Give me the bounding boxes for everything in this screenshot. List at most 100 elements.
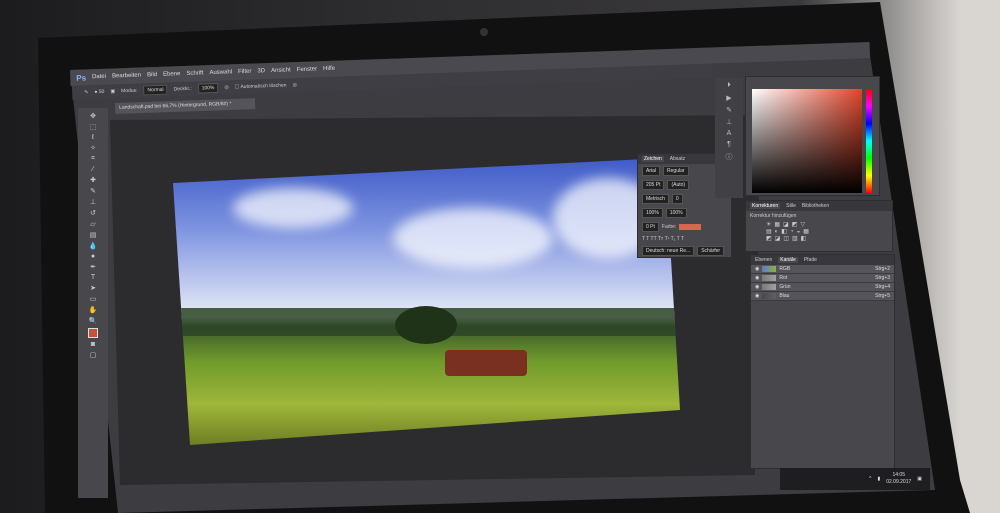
pen-tool-icon[interactable]: ✒ <box>90 263 96 271</box>
channel-shortcut: Strg+5 <box>875 293 890 299</box>
dodge-icon[interactable]: ● <box>91 253 95 260</box>
channel-thumbnail <box>762 266 777 272</box>
cloud <box>393 208 553 268</box>
tab-ebenen[interactable]: Ebenen <box>755 257 772 263</box>
channel-row[interactable]: ◉ Grün Strg+4 <box>751 283 894 292</box>
actions-icon[interactable]: ▶ <box>726 94 731 102</box>
brush-tool-icon[interactable]: ✎ <box>90 187 96 195</box>
leading-input[interactable]: (Auto) <box>667 180 690 190</box>
channel-row[interactable]: ◉ Blau Strg+5 <box>751 292 894 301</box>
tray-chevron-icon[interactable]: ^ <box>869 476 871 482</box>
stamp-tool-icon[interactable]: ⊥ <box>90 198 96 206</box>
quick-select-icon[interactable]: ✧ <box>90 144 96 152</box>
adjustment-icons[interactable]: ☀▦◪◩▽ ▤◐◧◔◒▦ ◩◪◫▥◧ <box>746 221 892 242</box>
channel-row[interactable]: ◉ Rot Strg+3 <box>751 274 894 283</box>
text-color-swatch[interactable] <box>679 224 702 230</box>
brush-size: 50 <box>98 88 105 96</box>
mode-select[interactable]: Normal <box>143 84 168 96</box>
eye-icon[interactable]: ◉ <box>755 293 759 299</box>
gradient-icon[interactable]: ▤ <box>90 231 97 239</box>
menu-hilfe[interactable]: Hilfe <box>323 66 335 72</box>
vertical-scale-input[interactable]: 100% <box>642 208 663 218</box>
type-style-buttons[interactable]: T T TT Tт T¹ T₁ T T <box>638 234 731 244</box>
menu-ansicht[interactable]: Ansicht <box>271 67 291 74</box>
channel-shortcut: Strg+2 <box>875 266 890 272</box>
pressure-size-icon[interactable]: ◎ <box>292 82 297 88</box>
marquee-tool-icon[interactable]: ⬚ <box>90 123 97 131</box>
menu-datei[interactable]: Datei <box>92 74 106 80</box>
menu-schrift[interactable]: Schrift <box>186 70 203 77</box>
type-tool-icon[interactable]: T <box>91 274 95 281</box>
menu-filter[interactable]: Filter <box>238 69 252 75</box>
language-select[interactable]: Deutsch: neue Re... <box>642 246 695 256</box>
brush-settings-icon[interactable]: ✎ <box>726 106 732 114</box>
character-icon[interactable]: A <box>727 130 732 137</box>
notifications-icon[interactable]: ▣ <box>917 476 922 482</box>
baseline-shift-input[interactable]: 0 Pt <box>642 222 659 232</box>
time: 14:05 <box>892 472 905 478</box>
font-style-select[interactable]: Regular <box>663 166 689 176</box>
menu-3d[interactable]: 3D <box>257 68 265 74</box>
layers-panel: Ebenen Kanäle Pfade ◉ RGB Strg+2 ◉ Rot Strg+3 … <box>750 254 895 469</box>
photoshop-logo: Ps <box>76 72 87 83</box>
clock[interactable]: 14:05 02.09.2017 <box>886 472 911 486</box>
auto-erase-checkbox[interactable]: ☐ Automatisch löschen <box>235 83 287 91</box>
cloud <box>233 188 353 228</box>
history-icon[interactable]: ⏵ <box>727 82 731 90</box>
pressure-icon[interactable]: ◎ <box>224 85 229 91</box>
opacity-input[interactable]: 100% <box>197 82 219 94</box>
tab-kanaele[interactable]: Kanäle <box>778 257 798 263</box>
path-select-icon[interactable]: ➤ <box>90 284 96 292</box>
healing-icon[interactable]: ✚ <box>90 176 96 184</box>
tab-zeichen[interactable]: Zeichen <box>642 156 664 162</box>
font-size-input[interactable]: 205 Pt <box>642 180 665 190</box>
paragraph-icon[interactable]: ¶ <box>727 141 731 148</box>
tab-korrekturen[interactable]: Korrekturen <box>750 203 781 209</box>
info-icon[interactable]: ⓘ <box>726 152 733 162</box>
eyedropper-icon[interactable]: ⁄ <box>92 166 93 173</box>
eye-icon[interactable]: ◉ <box>755 284 759 290</box>
crop-tool-icon[interactable]: ⌗ <box>91 155 95 163</box>
brush-preset-picker[interactable]: ● 50 <box>94 89 104 95</box>
tracking-input[interactable]: 0 <box>671 194 683 204</box>
zoom-tool-icon[interactable]: 🔍 <box>89 317 98 325</box>
shape-tool-icon[interactable]: ▭ <box>90 295 97 303</box>
tab-absatz[interactable]: Absatz <box>670 156 685 162</box>
mode-label: Modus: <box>121 87 138 95</box>
eraser-icon[interactable]: ▱ <box>90 220 95 228</box>
screen-mode-icon[interactable]: ▢ <box>90 351 97 359</box>
clone-source-icon[interactable]: ⊥ <box>726 118 732 126</box>
channel-name: Grün <box>779 284 791 290</box>
channel-thumbnail <box>762 284 777 290</box>
menu-fenster[interactable]: Fenster <box>297 66 318 73</box>
hand-tool-icon[interactable]: ✋ <box>89 306 98 314</box>
eye-icon[interactable]: ◉ <box>755 275 759 281</box>
brush-panel-icon[interactable]: ▣ <box>110 88 115 94</box>
horizontal-scale-input[interactable]: 100% <box>665 208 687 218</box>
tab-bibliotheken[interactable]: Bibliotheken <box>802 203 829 209</box>
kerning-select[interactable]: Metrisch <box>642 194 669 204</box>
pencil-icon[interactable]: ✎ <box>84 89 88 95</box>
eye-icon[interactable]: ◉ <box>755 266 759 272</box>
tab-pfade[interactable]: Pfade <box>804 257 817 263</box>
network-icon[interactable]: ▮ <box>877 476 880 482</box>
blur-icon[interactable]: 💧 <box>89 242 98 250</box>
channel-thumbnail <box>762 275 777 281</box>
menu-bild[interactable]: Bild <box>147 72 157 78</box>
landscape-image[interactable] <box>173 158 680 445</box>
channel-name: RGB <box>779 266 791 272</box>
channel-row[interactable]: ◉ RGB Strg+2 <box>751 265 894 274</box>
hue-slider[interactable] <box>866 89 872 193</box>
foreground-background-colors[interactable] <box>88 328 98 338</box>
history-brush-icon[interactable]: ↺ <box>90 209 96 217</box>
menu-auswahl[interactable]: Auswahl <box>209 69 232 76</box>
lasso-tool-icon[interactable]: ℓ <box>92 134 94 141</box>
quick-mask-icon[interactable]: ◙ <box>91 341 95 348</box>
move-tool-icon[interactable]: ✥ <box>90 112 96 120</box>
tab-stile[interactable]: Stile <box>786 203 796 209</box>
menu-bearbeiten[interactable]: Bearbeiten <box>112 73 141 80</box>
font-family-select[interactable]: Arial <box>642 166 661 176</box>
antialias-select[interactable]: Schärfer <box>697 246 725 256</box>
menu-ebene[interactable]: Ebene <box>163 71 181 78</box>
color-field[interactable] <box>752 89 862 193</box>
